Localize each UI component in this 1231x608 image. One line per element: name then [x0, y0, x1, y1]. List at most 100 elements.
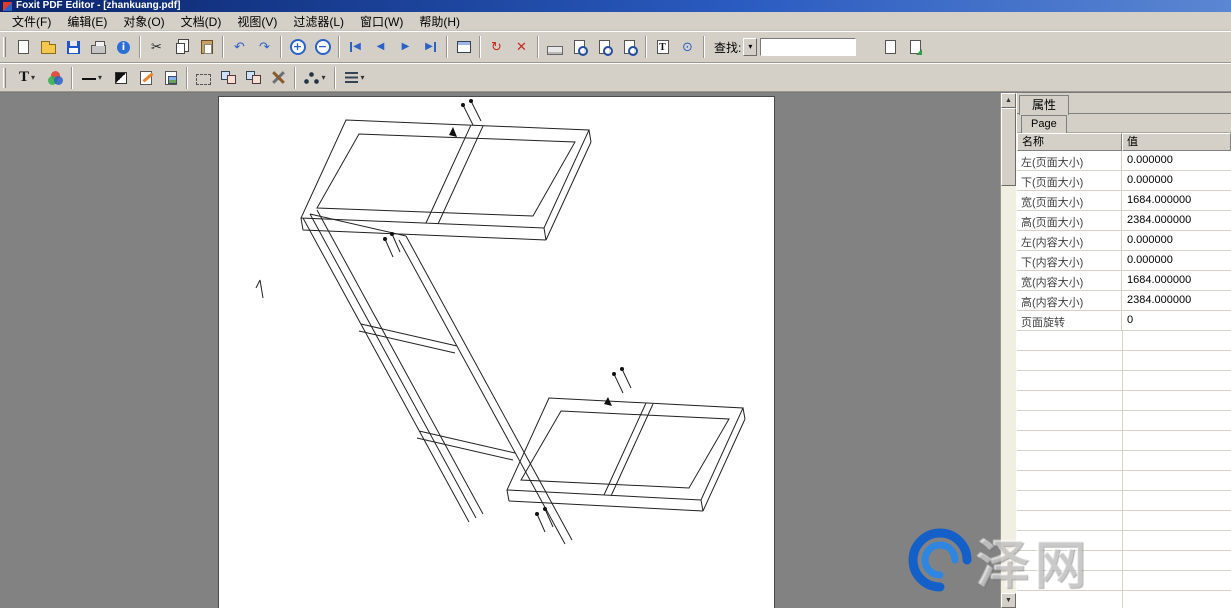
canvas-area[interactable]: [0, 93, 1000, 608]
image-page-button[interactable]: [158, 65, 183, 90]
first-page-button[interactable]: ◀: [343, 35, 368, 60]
properties-panel: 属性 Page 名称 值 左(页面大小) 0.000000 下(页面大小) 0.…: [1016, 93, 1231, 608]
rotate-page-button[interactable]: ↻: [484, 35, 509, 60]
keyboard-button[interactable]: [542, 35, 567, 60]
fit-page-button[interactable]: [592, 35, 617, 60]
cut-button[interactable]: ✂: [144, 35, 169, 60]
property-row[interactable]: 高(页面大小) 2384.000000: [1017, 211, 1231, 231]
pdf-page[interactable]: [218, 96, 775, 608]
group-objects-button[interactable]: [216, 65, 241, 90]
page-layout-button[interactable]: [451, 35, 476, 60]
keyboard-icon: [547, 46, 563, 55]
undo-button[interactable]: ↶: [227, 35, 252, 60]
prev-page-button[interactable]: ◀: [368, 35, 393, 60]
new-button[interactable]: [11, 35, 36, 60]
menu-document[interactable]: 文档(D): [173, 11, 230, 32]
fit-width-icon: [574, 40, 585, 54]
tab-page[interactable]: Page: [1021, 115, 1067, 134]
scrollbar-thumb[interactable]: [1001, 108, 1016, 186]
property-value[interactable]: 1684.000000: [1122, 191, 1231, 210]
doc-info-button[interactable]: i: [111, 35, 136, 60]
paste-button[interactable]: [194, 35, 219, 60]
property-name: 宽(内容大小): [1017, 271, 1122, 290]
property-row[interactable]: 宽(页面大小) 1684.000000: [1017, 191, 1231, 211]
delete-page-button[interactable]: ✕: [509, 35, 534, 60]
copy-icon: [176, 43, 185, 54]
align-objects-button[interactable]: ▾: [339, 65, 371, 90]
page-tab-row: Page: [1017, 114, 1231, 133]
find-input[interactable]: [760, 38, 856, 56]
column-header-value[interactable]: 值: [1122, 133, 1231, 151]
find-dropdown-button[interactable]: ▾: [743, 38, 757, 56]
scroll-up-button[interactable]: ▲: [1001, 93, 1016, 108]
copy-button[interactable]: [169, 35, 194, 60]
properties-tab[interactable]: 属性: [1019, 95, 1069, 115]
ungroup-objects-button[interactable]: [241, 65, 266, 90]
property-value[interactable]: 0.000000: [1122, 171, 1231, 190]
zoom-in-button[interactable]: +: [285, 35, 310, 60]
property-value[interactable]: 0.000000: [1122, 151, 1231, 170]
text-tool-button[interactable]: T ▾: [11, 65, 43, 90]
property-value[interactable]: 0.000000: [1122, 251, 1231, 270]
menu-object[interactable]: 对象(O): [115, 11, 172, 32]
property-value[interactable]: 2384.000000: [1122, 291, 1231, 310]
column-header-name[interactable]: 名称: [1017, 133, 1122, 151]
toolbar-grip[interactable]: [3, 37, 6, 57]
toolbar-separator: [139, 36, 141, 58]
extract-image-button[interactable]: [903, 35, 928, 60]
extract-image-icon: [910, 40, 921, 54]
main-toolbar: i ✂ ↶ ↷ + − ◀ ◀ ▶ ▶ ↻ ✕ T ⊙ 查找: ▾: [0, 31, 1231, 63]
fit-height-button[interactable]: [617, 35, 642, 60]
menu-edit[interactable]: 编辑(E): [59, 11, 115, 32]
goto-view-button[interactable]: ⊙: [675, 35, 700, 60]
print-button[interactable]: [86, 35, 111, 60]
edit-page-button[interactable]: [133, 65, 158, 90]
goto-view-icon: ⊙: [682, 41, 693, 54]
menu-view[interactable]: 视图(V): [229, 11, 285, 32]
property-row[interactable]: 宽(内容大小) 1684.000000: [1017, 271, 1231, 291]
fit-width-button[interactable]: [567, 35, 592, 60]
menu-file[interactable]: 文件(F): [4, 11, 59, 32]
property-value[interactable]: 2384.000000: [1122, 211, 1231, 230]
nodes-icon: [304, 72, 319, 84]
scroll-down-button[interactable]: ▼: [1001, 593, 1016, 608]
text-page-button[interactable]: T: [650, 35, 675, 60]
chevron-down-icon: ▾: [98, 73, 102, 82]
redo-button[interactable]: ↷: [252, 35, 277, 60]
vertical-scrollbar[interactable]: ▲ ▼: [1000, 93, 1016, 608]
menu-filter[interactable]: 过滤器(L): [285, 11, 352, 32]
image-page-icon: [165, 71, 177, 85]
toolbar-grip[interactable]: [3, 68, 6, 88]
save-icon: [67, 41, 80, 54]
first-page-icon: ◀: [350, 42, 361, 52]
open-button[interactable]: [36, 35, 61, 60]
property-value[interactable]: 0.000000: [1122, 231, 1231, 250]
fill-style-button[interactable]: [108, 65, 133, 90]
node-editor-button[interactable]: ▾: [299, 65, 331, 90]
new-icon: [18, 40, 29, 54]
color-picker-button[interactable]: [43, 65, 68, 90]
property-row[interactable]: 高(内容大小) 2384.000000: [1017, 291, 1231, 311]
property-row[interactable]: 页面旋转 0: [1017, 311, 1231, 331]
save-button[interactable]: [61, 35, 86, 60]
property-value[interactable]: 1684.000000: [1122, 271, 1231, 290]
property-row[interactable]: 下(内容大小) 0.000000: [1017, 251, 1231, 271]
property-row[interactable]: 左(页面大小) 0.000000: [1017, 151, 1231, 171]
property-value[interactable]: 0: [1122, 311, 1231, 330]
select-area-button[interactable]: [191, 65, 216, 90]
menu-help[interactable]: 帮助(H): [411, 11, 468, 32]
next-page-button[interactable]: ▶: [393, 35, 418, 60]
color-wheel-icon: [48, 71, 63, 85]
extract-text-icon: [885, 40, 896, 54]
tools-button[interactable]: [266, 65, 291, 90]
property-row[interactable]: 下(页面大小) 0.000000: [1017, 171, 1231, 191]
zoom-out-button[interactable]: −: [310, 35, 335, 60]
align-icon: [345, 72, 358, 83]
property-row[interactable]: 左(内容大小) 0.000000: [1017, 231, 1231, 251]
menu-window[interactable]: 窗口(W): [352, 11, 411, 32]
toolbar-separator: [338, 36, 340, 58]
property-name: 高(内容大小): [1017, 291, 1122, 310]
extract-text-button[interactable]: [878, 35, 903, 60]
last-page-button[interactable]: ▶: [418, 35, 443, 60]
line-style-button[interactable]: ▾: [76, 65, 108, 90]
